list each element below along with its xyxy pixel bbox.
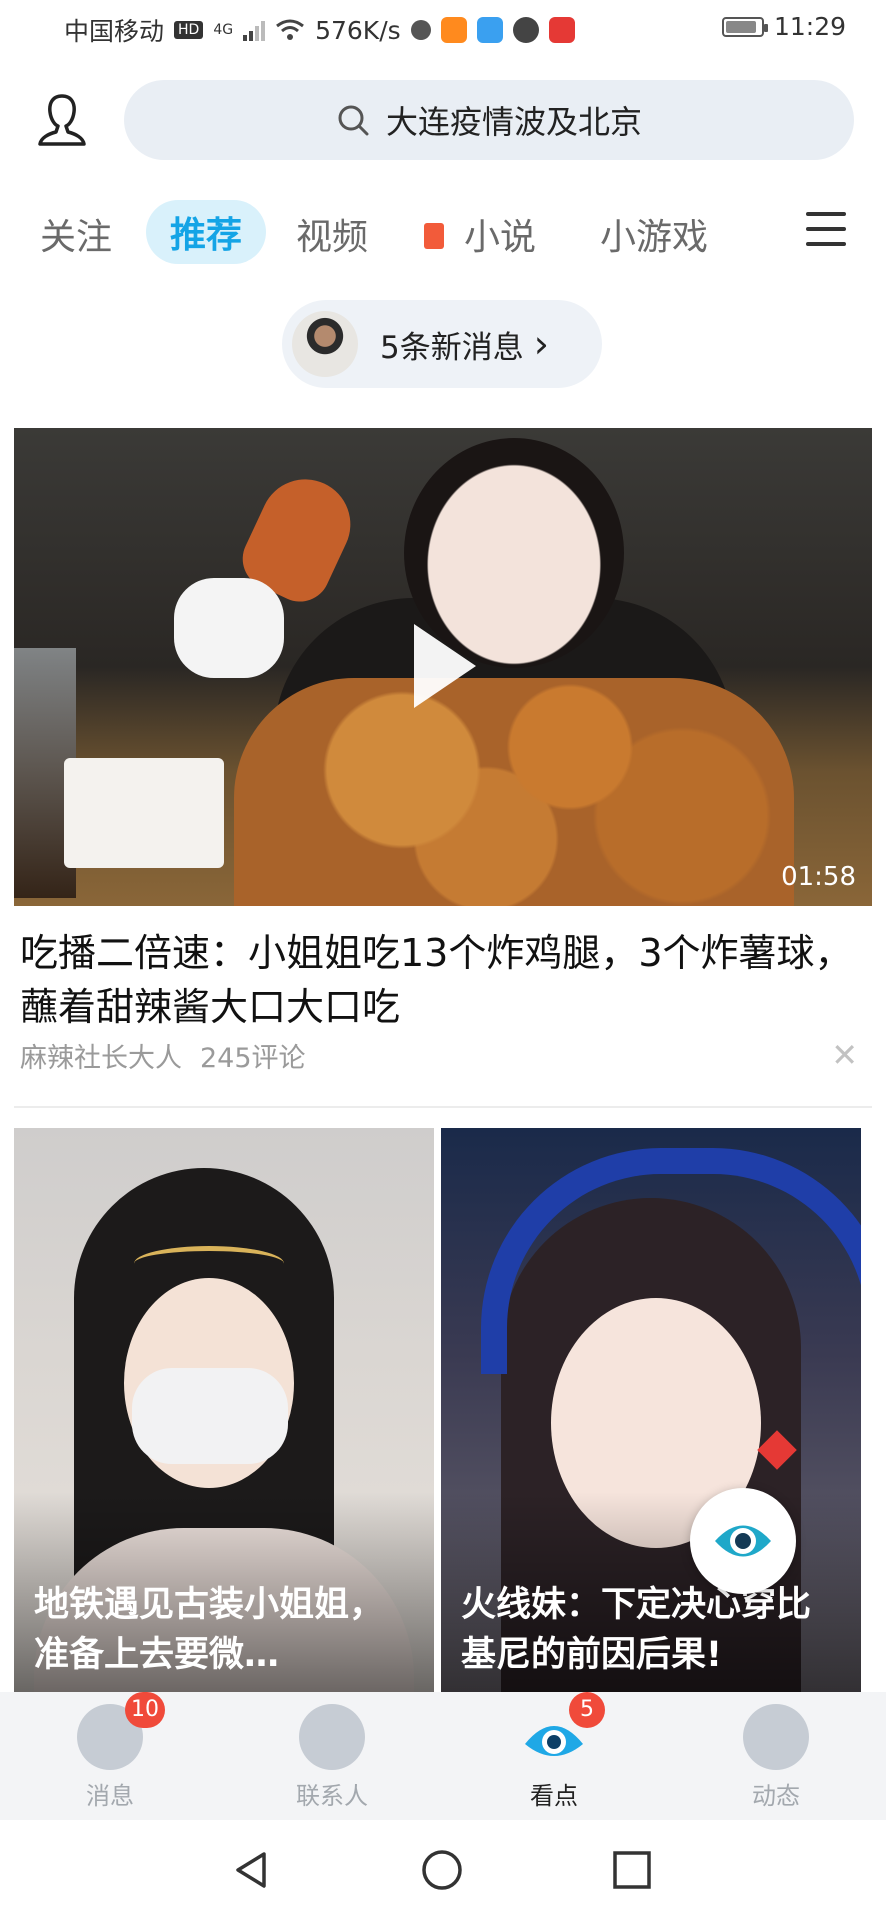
card-title: 火线妹：下定决心穿比基尼的前因后果! <box>461 1585 812 1675</box>
hair-ornament <box>134 1246 284 1281</box>
kandian-badge: 5 <box>569 1692 605 1728</box>
video-comment-count: 245评论 <box>200 1043 306 1074</box>
tab-video[interactable]: 视频 <box>296 208 368 260</box>
video-author[interactable]: 麻辣社长大人 <box>20 1043 182 1074</box>
search-bar[interactable]: 大连疫情波及北京 <box>124 80 854 160</box>
nav-contacts[interactable]: 联系人 <box>262 1704 402 1811</box>
sender-avatar <box>292 311 358 377</box>
status-right: 11:29 <box>721 12 846 41</box>
battery-icon <box>721 16 768 37</box>
system-navigation-bar <box>0 1820 886 1920</box>
video-app-icon <box>440 17 467 43</box>
back-icon[interactable] <box>230 1848 274 1892</box>
tab-novel-label: 小说 <box>464 217 537 258</box>
nav-label: 联系人 <box>296 1782 368 1810</box>
eye-float-button[interactable] <box>690 1488 796 1594</box>
chevron-right-icon: › <box>533 322 549 366</box>
video-thumbnail[interactable]: 01:58 <box>14 428 872 906</box>
profile-avatar-button[interactable] <box>36 92 88 148</box>
hd-badge: HD <box>174 21 204 39</box>
nav-label: 消息 <box>86 1782 134 1810</box>
alarm-app-icon <box>410 20 431 40</box>
message-app-icon <box>512 17 539 43</box>
tab-minigames[interactable]: 小游戏 <box>600 208 708 260</box>
headphones <box>481 1148 861 1374</box>
status-left: 中国移动 HD 4G 576K/s <box>64 12 575 48</box>
book-icon <box>424 223 444 249</box>
feed-divider <box>14 1106 872 1108</box>
wifi-icon <box>276 19 305 40</box>
video-meta: 麻辣社长大人 245评论 <box>20 1036 306 1075</box>
nav-label: 动态 <box>752 1782 800 1810</box>
category-tabs: 关注 推荐 视频 小说 小游戏 <box>0 200 886 270</box>
menu-icon[interactable] <box>806 212 846 246</box>
face-mask <box>132 1368 288 1464</box>
recents-icon[interactable] <box>610 1848 654 1892</box>
carrier-label: 中国移动 <box>64 17 165 46</box>
contacts-icon <box>299 1704 365 1770</box>
eye-icon <box>715 1525 771 1557</box>
status-bar: 中国移动 HD 4G 576K/s 11:29 <box>0 0 886 60</box>
search-icon <box>338 105 369 136</box>
search-query: 大连疫情波及北京 <box>385 103 642 141</box>
planet-star-icon <box>743 1704 809 1770</box>
home-icon[interactable] <box>420 1848 464 1892</box>
nav-kandian[interactable]: 5 看点 <box>484 1692 624 1811</box>
card-title: 地铁遇见古装小姐姐，准备上去要微… <box>34 1585 385 1675</box>
nav-messages[interactable]: 10 消息 <box>40 1692 180 1811</box>
video-card[interactable]: 火线妹：下定决心穿比基尼的前因后果! <box>441 1128 861 1692</box>
video-duration: 01:58 <box>781 862 856 892</box>
nav-feed[interactable]: 动态 <box>706 1704 846 1811</box>
bottom-navigation: 10 消息 联系人 5 看点 动态 <box>0 1692 886 1820</box>
video-card[interactable]: 地铁遇见古装小姐姐，准备上去要微… <box>14 1128 434 1692</box>
chat-face-icon: 10 <box>77 1692 165 1770</box>
messages-badge: 10 <box>125 1692 165 1728</box>
clock: 11:29 <box>773 12 846 41</box>
boss-app-icon <box>476 17 503 43</box>
tab-recommended[interactable]: 推荐 <box>146 200 267 264</box>
signal-icon <box>243 19 266 41</box>
new-messages-pill[interactable]: 5条新消息 › <box>282 300 602 388</box>
white-glove <box>174 578 284 678</box>
nav-label: 看点 <box>530 1782 578 1810</box>
tab-follow[interactable]: 关注 <box>40 208 112 260</box>
play-icon[interactable] <box>414 624 476 708</box>
video-title[interactable]: 吃播二倍速：小姐姐吃13个炸鸡腿，3个炸薯球，蘸着甜辣酱大口大口吃 <box>20 926 870 1034</box>
dismiss-close-icon[interactable]: ✕ <box>831 1036 858 1074</box>
network-type: 4G <box>213 22 234 38</box>
fried-chicken-pile <box>234 678 794 906</box>
tab-novel[interactable]: 小说 <box>424 208 536 260</box>
network-speed: 576K/s <box>315 15 401 45</box>
user-outline-icon <box>38 94 86 146</box>
radish-cubes <box>64 758 224 868</box>
new-messages-label: 5条新消息 <box>380 329 524 366</box>
eye-icon: 5 <box>521 1692 605 1770</box>
shop-app-icon <box>548 17 575 43</box>
